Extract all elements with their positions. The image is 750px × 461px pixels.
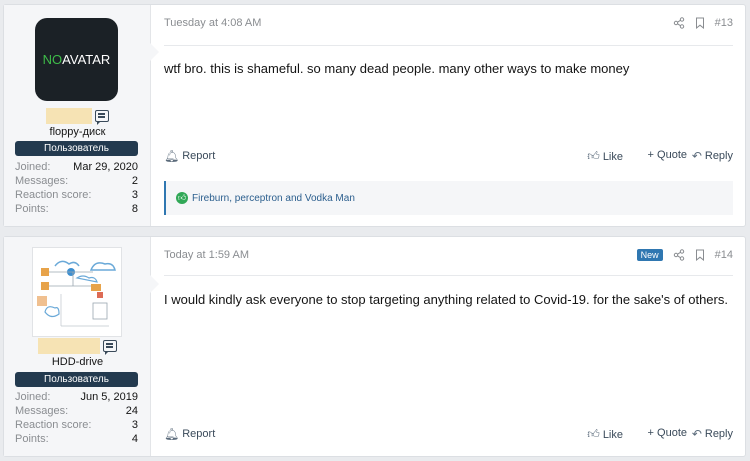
post-tools: New #14 bbox=[636, 249, 733, 261]
reply-arrow-icon: ↶ bbox=[691, 427, 702, 441]
stat-messages: Messages: 24 bbox=[15, 405, 138, 417]
meta-divider bbox=[164, 45, 733, 46]
post-actions: 🔔︎ Report 👍︎ Like + Quote ↶ Reply bbox=[164, 427, 733, 443]
bookmark-icon[interactable] bbox=[695, 17, 705, 29]
post-actions: 🔔︎ Report 👍︎ Like + Quote ↶ Reply bbox=[164, 149, 733, 165]
username[interactable]: floppy-диск bbox=[4, 126, 151, 138]
post-body: wtf bro. this is shameful. so many dead … bbox=[164, 61, 630, 76]
like-button[interactable]: 👍︎ Like bbox=[587, 149, 623, 164]
redacted-block bbox=[38, 338, 100, 354]
avatar[interactable]: NO AVATAR bbox=[35, 18, 118, 101]
stat-reaction-score: Reaction score: 3 bbox=[15, 189, 138, 201]
bell-icon: 🔔︎ bbox=[164, 427, 180, 441]
bookmark-icon[interactable] bbox=[695, 249, 705, 261]
post-time[interactable]: Tuesday at 4:08 AM bbox=[164, 17, 261, 29]
report-button[interactable]: 🔔︎ Report bbox=[164, 149, 215, 163]
stat-joined: Joined: Mar 29, 2020 bbox=[15, 161, 138, 173]
post-meta: Today at 1:59 AM New #14 bbox=[164, 249, 733, 265]
like-reaction-icon: 👍︎ bbox=[176, 192, 188, 204]
post-14: HDD-drive Пользователь Joined: Jun 5, 201… bbox=[3, 236, 746, 457]
role-banner: Пользователь bbox=[15, 141, 138, 156]
quote-button[interactable]: + Quote bbox=[648, 427, 687, 439]
user-stats: Joined: Jun 5, 2019 Messages: 24 Reaction … bbox=[15, 390, 138, 446]
role-banner: Пользователь bbox=[15, 372, 138, 387]
reply-button[interactable]: ↶ Reply bbox=[692, 149, 733, 163]
post-meta: Tuesday at 4:08 AM #13 bbox=[164, 17, 733, 33]
post-number[interactable]: #14 bbox=[715, 249, 733, 261]
thumbs-up-icon: 👍︎ bbox=[587, 427, 600, 441]
username[interactable]: HDD-drive bbox=[4, 356, 151, 368]
thumbs-up-icon: 👍︎ bbox=[587, 149, 600, 163]
stat-points: Points: 4 bbox=[15, 433, 138, 445]
username-row bbox=[4, 108, 151, 125]
report-button[interactable]: 🔔︎ Report bbox=[164, 427, 215, 441]
post-number[interactable]: #13 bbox=[715, 17, 733, 29]
post-tools: #13 bbox=[673, 17, 733, 29]
reply-arrow-icon: ↶ bbox=[691, 149, 702, 163]
user-info-panel: HDD-drive Пользователь Joined: Jun 5, 201… bbox=[4, 237, 159, 456]
message-icon[interactable] bbox=[95, 110, 109, 125]
user-stats: Joined: Mar 29, 2020 Messages: 2 Reaction … bbox=[15, 160, 138, 216]
share-icon[interactable] bbox=[673, 17, 685, 29]
reaction-users[interactable]: Fireburn, perceptron and Vodka Man bbox=[192, 193, 355, 204]
redacted-block bbox=[46, 108, 92, 124]
like-button[interactable]: 👍︎ Like bbox=[587, 427, 623, 442]
reply-button[interactable]: ↶ Reply bbox=[692, 427, 733, 441]
bell-icon: 🔔︎ bbox=[164, 149, 180, 163]
diagram-avatar-image bbox=[33, 248, 121, 336]
reactions-bar[interactable]: 👍︎ Fireburn, perceptron and Vodka Man bbox=[164, 181, 733, 215]
message-icon[interactable] bbox=[103, 340, 117, 355]
new-badge: New bbox=[636, 249, 663, 261]
username-row bbox=[4, 338, 151, 355]
post-body: I would kindly ask everyone to stop targ… bbox=[164, 292, 728, 307]
quote-button[interactable]: + Quote bbox=[648, 149, 687, 161]
user-info-panel: NO AVATAR floppy-диск Пользователь Joined… bbox=[4, 5, 159, 226]
share-icon[interactable] bbox=[673, 249, 685, 261]
stat-joined: Joined: Jun 5, 2019 bbox=[15, 391, 138, 403]
post-time[interactable]: Today at 1:59 AM bbox=[164, 249, 249, 261]
meta-divider bbox=[164, 275, 733, 276]
stat-messages: Messages: 2 bbox=[15, 175, 138, 187]
stat-reaction-score: Reaction score: 3 bbox=[15, 419, 138, 431]
post-13: NO AVATAR floppy-диск Пользователь Joined… bbox=[3, 4, 746, 227]
avatar[interactable] bbox=[32, 247, 122, 337]
stat-points: Points: 8 bbox=[15, 203, 138, 215]
